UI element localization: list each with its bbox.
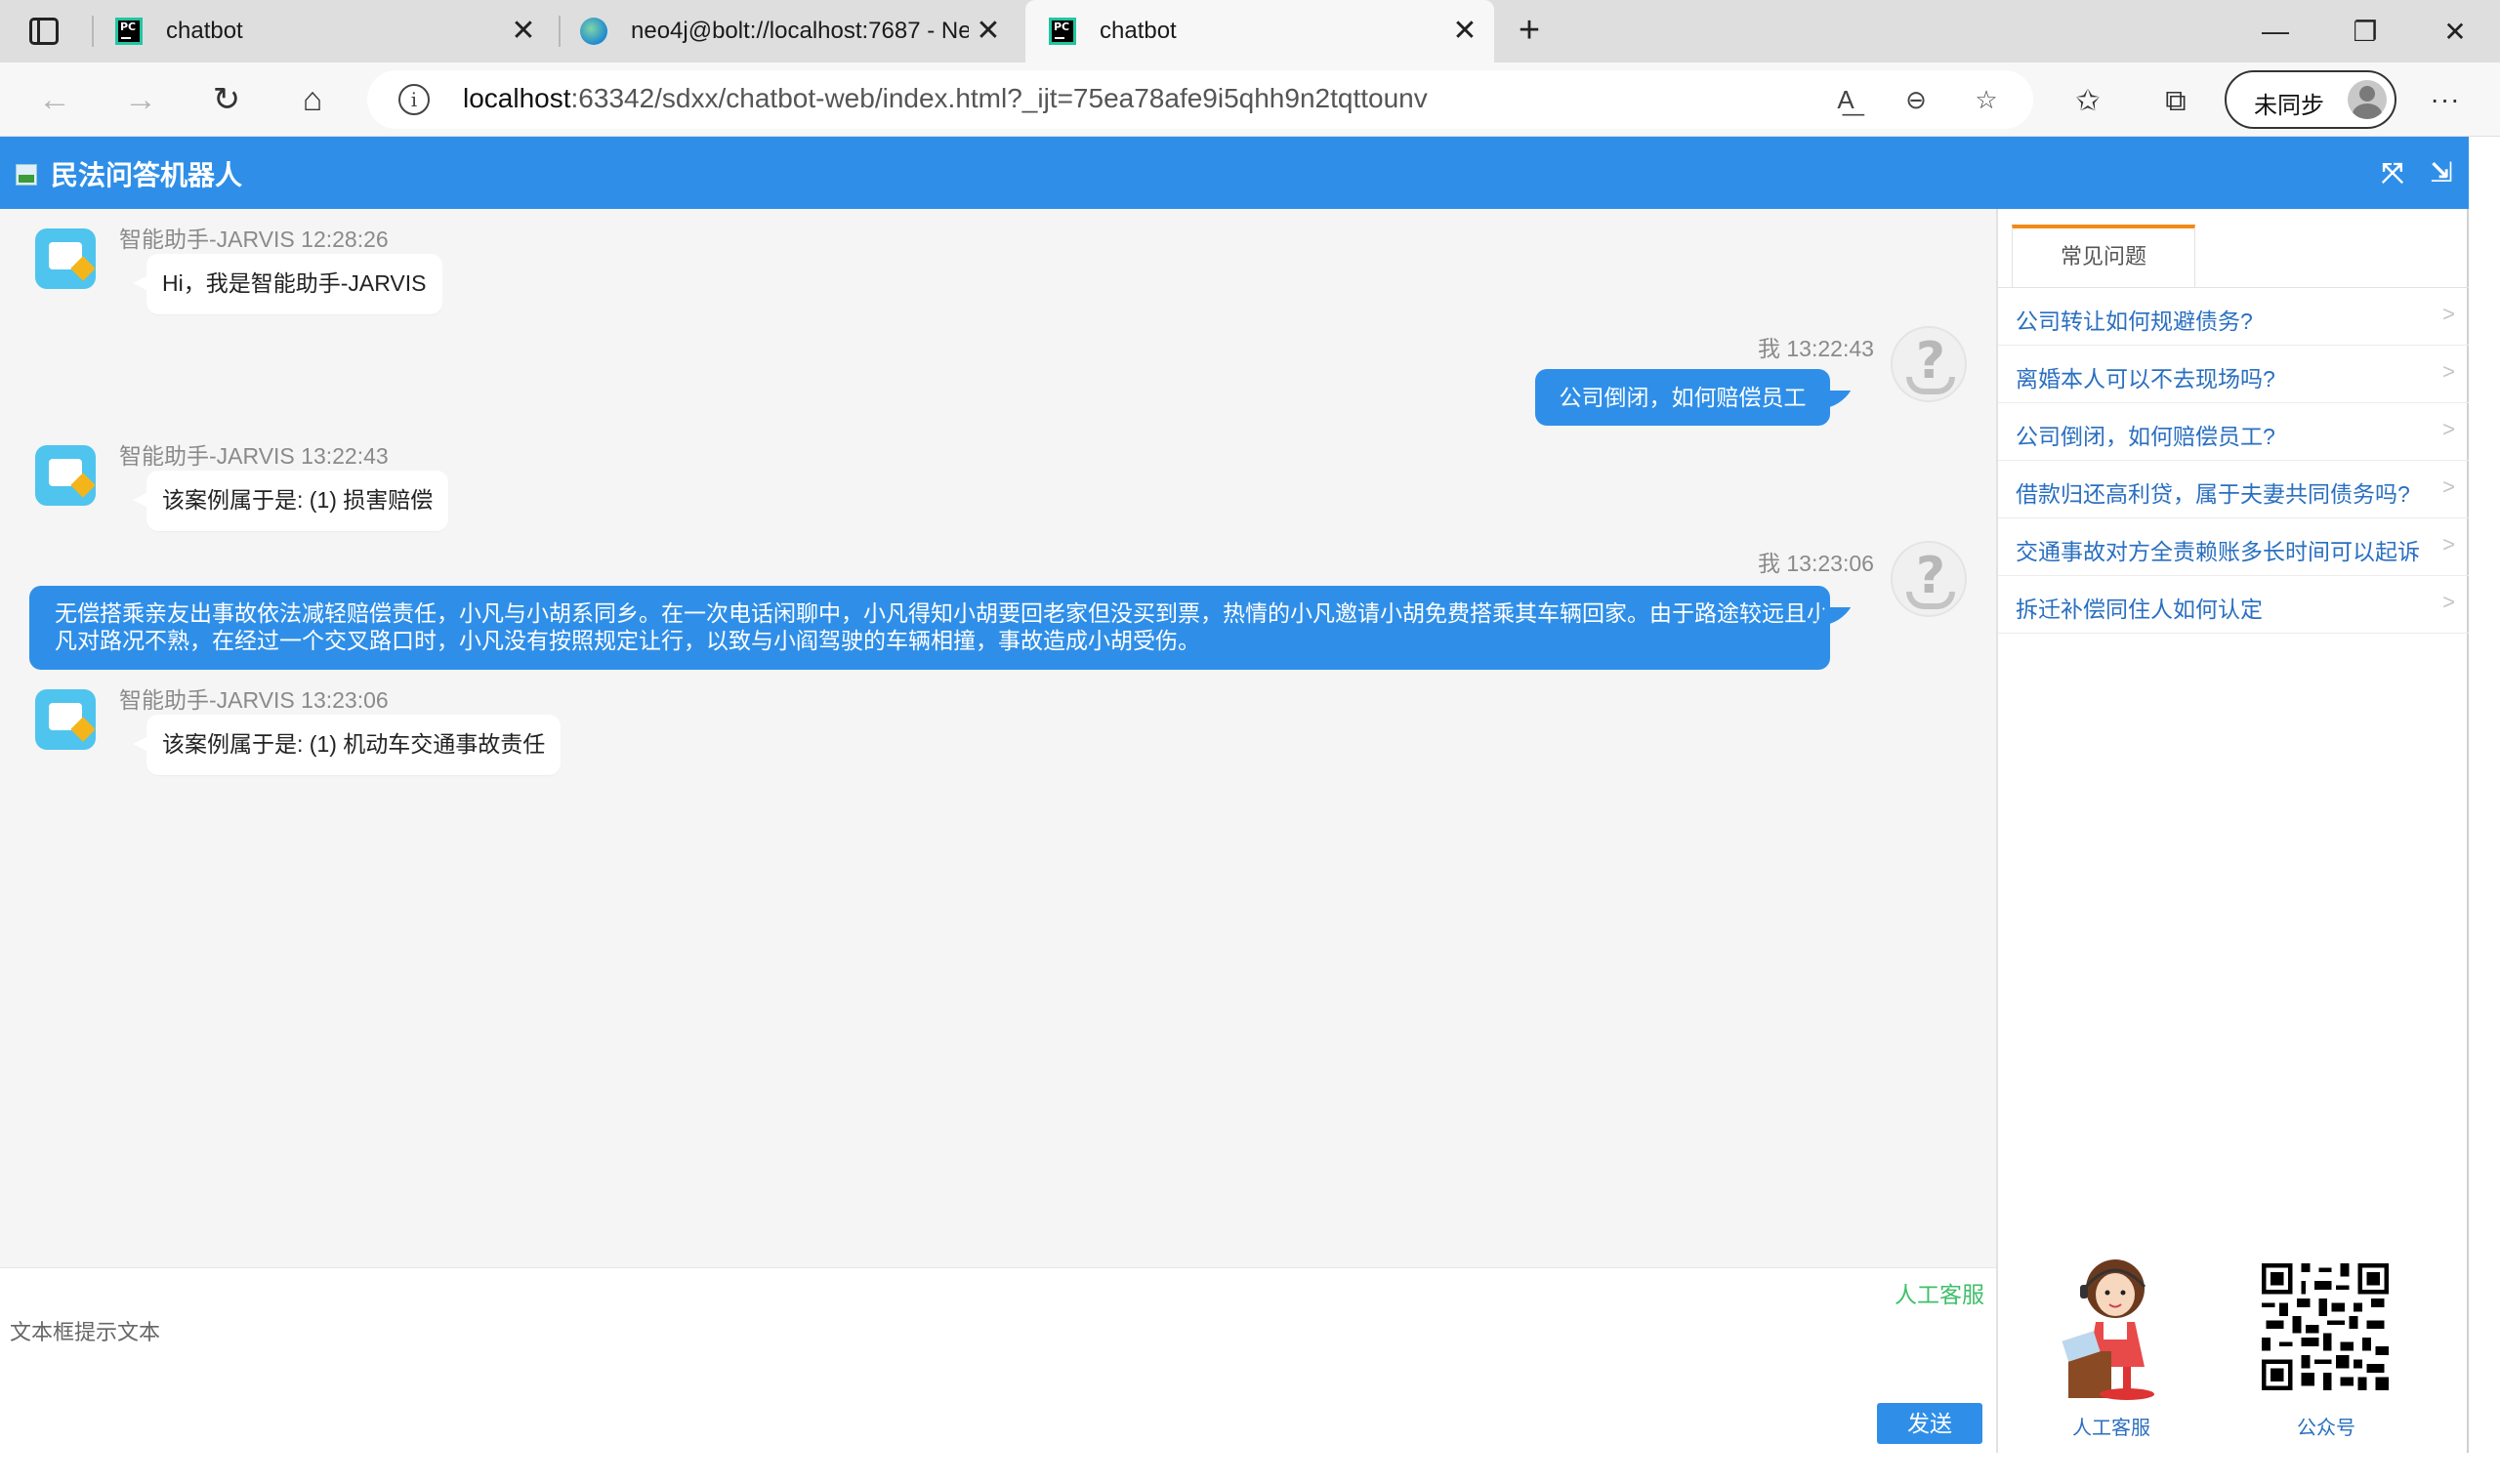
profile-avatar-icon <box>2348 80 2387 119</box>
close-tab-icon[interactable]: ✕ <box>973 16 1004 47</box>
faq-item[interactable]: 公司倒闭，如何赔偿员工? > <box>1998 403 2469 461</box>
bot-message-bubble: Hi，我是智能助手-JARVIS <box>133 254 442 314</box>
close-tab-icon[interactable]: ✕ <box>1449 16 1480 47</box>
human-service-link[interactable]: 人工客服 <box>1895 1276 1984 1309</box>
zoom-out-icon[interactable]: ⊖ <box>1898 82 1934 117</box>
tab-title: chatbot <box>1100 18 1177 44</box>
browser-tab-3-active[interactable]: chatbot ✕ <box>1025 0 1494 62</box>
faq-item[interactable]: 借款归还高利贷，属于夫妻共同债务吗? > <box>1998 461 2469 518</box>
chevron-right-icon: > <box>2442 532 2455 556</box>
official-account-panel[interactable]: 公众号 <box>2219 1259 2434 1451</box>
message-meta: 智能助手-JARVIS 13:23:06 <box>119 687 389 713</box>
message-meta: 智能助手-JARVIS 12:28:26 <box>119 227 389 252</box>
customer-service-label[interactable]: 人工客服 <box>2006 1412 2217 1440</box>
message-meta: 我 13:23:06 <box>1758 551 1874 576</box>
forward-button[interactable]: → <box>119 78 162 121</box>
browser-toolbar: ← → ↻ ⌂ i localhost:63342/sdxx/chatbot-w… <box>0 62 2500 137</box>
bot-message-bubble: 该案例属于是: (1) 损害赔偿 <box>132 471 449 531</box>
faq-question[interactable]: 拆迁补偿同住人如何认定 <box>2016 591 2263 624</box>
app-header: 民法问答机器人 ⤧ ⇲ <box>0 137 2469 209</box>
new-tab-button[interactable]: + <box>1510 12 1549 51</box>
url-text[interactable]: localhost:63342/sdxx/chatbot-web/index.h… <box>463 83 1428 114</box>
tab-title: neo4j@bolt://localhost:7687 - Ne <box>631 18 969 44</box>
chatbot-page: 民法问答机器人 ⤧ ⇲ 智能助手-JARVIS 12:28:26 Hi，我是智能… <box>0 137 2469 1453</box>
sync-status-label: 未同步 <box>2254 93 2324 119</box>
qr-code-icon <box>2262 1263 2389 1390</box>
chevron-right-icon: > <box>2442 590 2455 614</box>
message-meta: 智能助手-JARVIS 13:22:43 <box>119 443 389 469</box>
faq-question[interactable]: 离婚本人可以不去现场吗? <box>2016 360 2275 393</box>
address-bar[interactable]: i localhost:63342/sdxx/chatbot-web/index… <box>367 70 2033 129</box>
browser-tab-1[interactable]: chatbot ✕ <box>102 0 553 62</box>
close-tab-icon[interactable]: ✕ <box>508 16 539 47</box>
fullscreen-icon[interactable]: ⤧ <box>2377 158 2408 189</box>
reload-button[interactable]: ↻ <box>205 78 248 121</box>
faq-item[interactable]: 离婚本人可以不去现场吗? > <box>1998 346 2469 403</box>
faq-item[interactable]: 交通事故对方全责赖账多长时间可以起诉 > <box>1998 518 2469 576</box>
minimize-button[interactable]: — <box>2232 0 2318 62</box>
back-button[interactable]: ← <box>33 78 76 121</box>
faq-question[interactable]: 交通事故对方全责赖账多长时间可以起诉 <box>2016 533 2420 566</box>
window-bottom-edge <box>0 1453 2500 1484</box>
user-message-bubble: 无偿搭乘亲友出事故依法减轻赔偿责任，小凡与小胡系同乡。在一次电话闲聊中，小凡得知… <box>29 586 1830 670</box>
pycharm-icon <box>1049 18 1076 45</box>
tab-title: chatbot <box>166 18 243 44</box>
bot-message-bubble: 该案例属于是: (1) 机动车交通事故责任 <box>132 715 562 775</box>
chevron-right-icon: > <box>2442 359 2455 384</box>
send-button[interactable]: 发送 <box>1877 1403 1982 1444</box>
message-meta: 我 13:22:43 <box>1758 336 1874 361</box>
pycharm-icon <box>115 18 143 45</box>
site-info-icon[interactable]: i <box>398 84 430 115</box>
favorites-icon[interactable]: ✩ <box>2068 82 2107 121</box>
user-message-line: 无偿搭乘亲友出事故依法减轻赔偿责任，小凡与小胡系同乡。在一次电话闲聊中，小凡得知… <box>55 600 1829 626</box>
faq-item[interactable]: 拆迁补偿同住人如何认定 > <box>1998 576 2469 634</box>
faq-question[interactable]: 公司转让如何规避债务? <box>2016 303 2253 336</box>
collections-icon[interactable]: ⧉ <box>2156 82 2195 121</box>
user-message-line: 凡对路况不熟，在经过一个交叉路口时，小凡没有按照规定让行，以致与小阎驾驶的车辆相… <box>55 628 1200 653</box>
tab-separator <box>92 16 94 47</box>
home-button[interactable]: ⌂ <box>291 78 334 121</box>
chevron-right-icon: > <box>2442 302 2455 326</box>
app-title: 民法问答机器人 <box>51 160 243 190</box>
bot-avatar-icon <box>35 228 100 293</box>
profile-sync-button[interactable]: 未同步 <box>2225 70 2396 129</box>
broken-image-logo-icon <box>16 164 37 186</box>
faq-question[interactable]: 公司倒闭，如何赔偿员工? <box>2016 418 2275 451</box>
customer-service-panel[interactable]: 人工客服 <box>2006 1259 2217 1451</box>
tab-separator <box>559 16 561 47</box>
exit-icon[interactable]: ⇲ <box>2426 158 2457 189</box>
faq-item[interactable]: 公司转让如何规避债务? > <box>1998 288 2469 346</box>
bot-avatar-icon <box>35 445 100 510</box>
restore-button[interactable]: ❐ <box>2322 0 2408 62</box>
add-favorite-icon[interactable]: ☆ <box>1969 82 2004 117</box>
message-input-placeholder[interactable]: 文本框提示文本 <box>10 1315 160 1346</box>
neo4j-globe-icon <box>580 18 607 45</box>
chevron-right-icon: > <box>2442 474 2455 499</box>
chat-message-area[interactable]: 智能助手-JARVIS 12:28:26 Hi，我是智能助手-JARVIS 我 … <box>0 209 1996 1267</box>
message-input-area[interactable]: 人工客服 文本框提示文本 发送 <box>0 1267 1996 1453</box>
user-avatar-icon: ? <box>1891 541 1967 617</box>
user-message-bubble: 公司倒闭，如何赔偿员工 <box>1535 369 1830 426</box>
customer-service-agent-icon <box>2062 1259 2154 1400</box>
user-avatar-icon: ? <box>1891 326 1967 402</box>
browser-tab-bar: chatbot ✕ neo4j@bolt://localhost:7687 - … <box>0 0 2500 62</box>
chevron-right-icon: > <box>2442 417 2455 441</box>
more-menu-icon[interactable]: ··· <box>2426 82 2465 121</box>
tab-actions-icon[interactable] <box>29 18 59 45</box>
browser-tab-2[interactable]: neo4j@bolt://localhost:7687 - Ne ✕ <box>566 0 1018 62</box>
close-window-button[interactable]: ✕ <box>2412 0 2498 62</box>
read-aloud-icon[interactable]: A͟ <box>1828 82 1863 117</box>
faq-question[interactable]: 借款归还高利贷，属于夫妻共同债务吗? <box>2016 475 2410 509</box>
official-account-label[interactable]: 公众号 <box>2219 1412 2434 1440</box>
bot-avatar-icon <box>35 689 100 754</box>
tab-common-questions[interactable]: 常见问题 <box>2012 225 2195 287</box>
